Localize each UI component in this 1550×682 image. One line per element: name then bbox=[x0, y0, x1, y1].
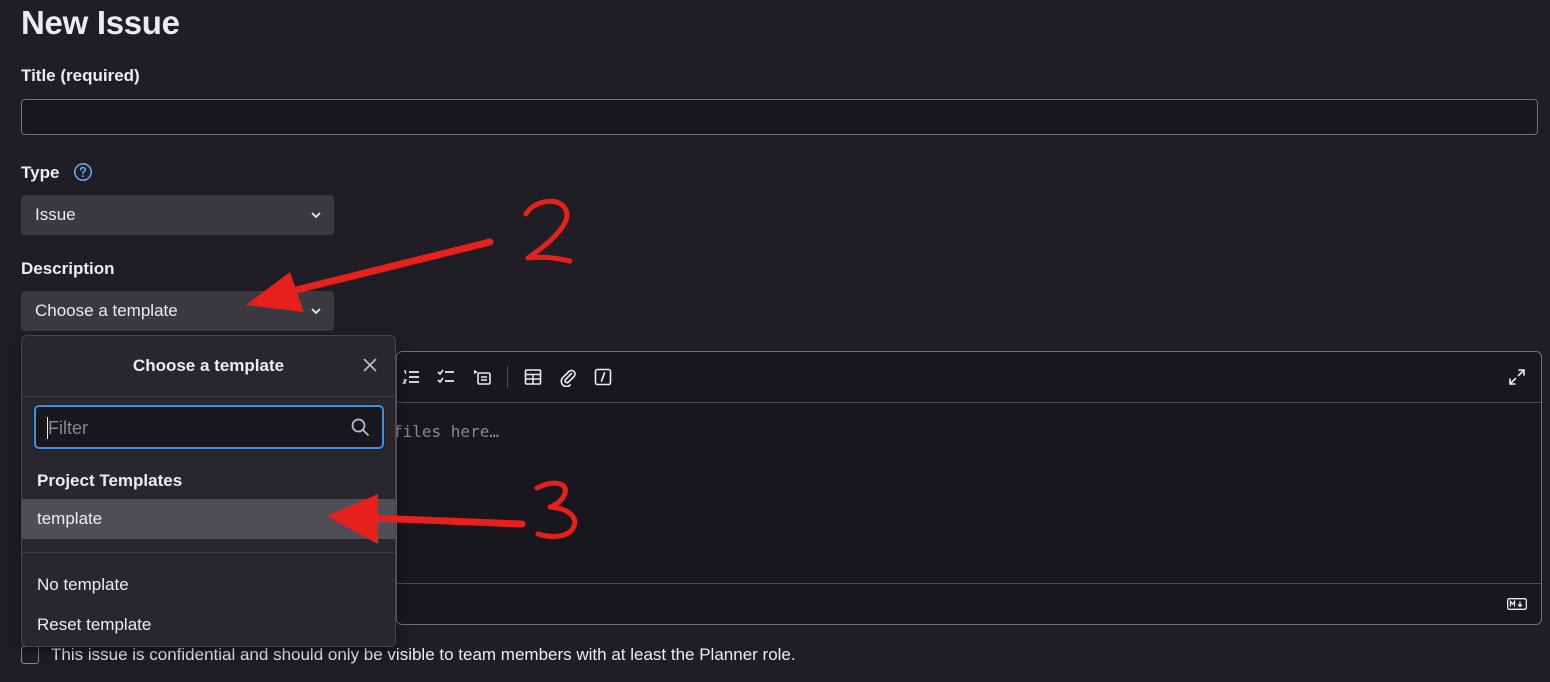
dropdown-header: Choose a template bbox=[22, 336, 395, 397]
title-input[interactable] bbox=[21, 99, 1538, 135]
chevron-down-icon bbox=[311, 212, 321, 218]
close-icon[interactable] bbox=[363, 358, 377, 372]
paperclip-icon[interactable] bbox=[558, 367, 578, 387]
template-select[interactable]: Choose a template bbox=[21, 291, 334, 331]
markdown-icon bbox=[1507, 598, 1527, 610]
filter-input[interactable] bbox=[46, 415, 340, 441]
template-select-value: Choose a template bbox=[35, 301, 178, 320]
help-icon[interactable] bbox=[73, 162, 93, 182]
editor-footer bbox=[397, 583, 1541, 624]
text-cursor bbox=[47, 417, 48, 439]
ordered-list-icon[interactable] bbox=[401, 367, 421, 387]
dropdown-title: Choose a template bbox=[132, 356, 285, 375]
no-template-option[interactable]: No template bbox=[22, 565, 395, 605]
description-label: Description bbox=[21, 259, 115, 278]
table-icon[interactable] bbox=[523, 367, 543, 387]
type-select-value: Issue bbox=[35, 205, 76, 224]
fullscreen-icon[interactable] bbox=[1507, 367, 1527, 387]
reset-template-option[interactable]: Reset template bbox=[22, 605, 395, 645]
filter-search-box[interactable] bbox=[34, 405, 384, 449]
type-select[interactable]: Issue bbox=[21, 195, 334, 235]
annotation-numeral-2 bbox=[523, 198, 573, 264]
template-dropdown: Choose a template Project Templates temp… bbox=[21, 335, 396, 647]
no-template-label: No template bbox=[37, 575, 129, 594]
toolbar-divider bbox=[507, 366, 508, 388]
confidential-checkbox[interactable] bbox=[21, 646, 39, 664]
collapsible-section-icon[interactable] bbox=[472, 367, 492, 387]
dropdown-divider bbox=[22, 552, 395, 553]
reset-template-label: Reset template bbox=[37, 615, 152, 634]
quick-actions-icon[interactable] bbox=[593, 367, 613, 387]
title-label: Title (required) bbox=[21, 66, 140, 85]
confidential-text: This issue is confidential and should on… bbox=[51, 645, 796, 664]
page-title: New Issue bbox=[21, 4, 180, 41]
template-option-template[interactable]: template bbox=[22, 499, 395, 539]
editor-placeholder: files here… bbox=[393, 422, 499, 441]
template-option-label: template bbox=[37, 509, 103, 528]
search-icon bbox=[351, 418, 369, 436]
confidential-row[interactable]: This issue is confidential and should on… bbox=[21, 645, 796, 665]
type-label: Type bbox=[21, 163, 60, 182]
description-editor[interactable]: files here… bbox=[393, 351, 1542, 625]
project-templates-heading: Project Templates bbox=[37, 471, 183, 490]
task-list-icon[interactable] bbox=[436, 367, 456, 387]
chevron-down-icon bbox=[311, 308, 321, 314]
editor-toolbar bbox=[397, 352, 1541, 403]
